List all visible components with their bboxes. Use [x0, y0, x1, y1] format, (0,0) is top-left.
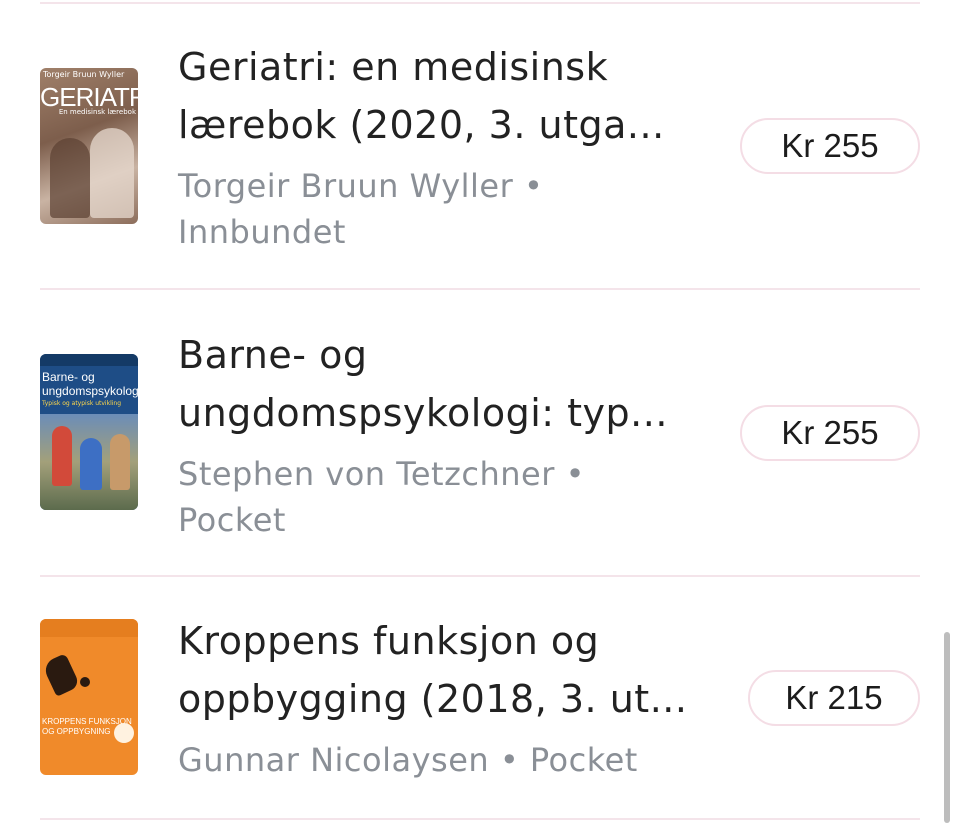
book-cover-image[interactable]: Torgeir Bruun Wyller GERIATRI En medisin… — [40, 68, 138, 224]
cover-figure — [52, 426, 72, 486]
cover-band — [40, 354, 138, 366]
scrollbar[interactable] — [944, 632, 950, 823]
book-title-line: ungdomspsykologi: typ... — [178, 391, 668, 435]
cover-subtitle: Typisk og atypisk utvikling — [42, 400, 122, 407]
cover-title-line: ungdomspsykologi — [42, 384, 138, 398]
price-button[interactable]: Kr 255 — [740, 118, 920, 174]
cover-figure — [80, 677, 90, 687]
book-title-line: Geriatri: en medisinsk — [178, 45, 609, 89]
cover-title-line: Barne- og — [42, 370, 95, 384]
cover-subtitle: En medisinsk lærebok — [58, 108, 136, 116]
book-author: Torgeir Bruun Wyller • — [178, 167, 544, 205]
book-title[interactable]: Geriatri: en medisinsk lærebok (2020, 3.… — [178, 38, 698, 154]
book-title[interactable]: Barne- og ungdomspsykologi: typ... — [178, 326, 698, 442]
price-button[interactable]: Kr 215 — [748, 670, 920, 726]
book-title[interactable]: Kroppens funksjon og oppbygging (2018, 3… — [178, 612, 698, 728]
book-title-line: oppbygging (2018, 3. ut... — [178, 677, 688, 721]
book-meta: Stephen von Tetzchner • Pocket — [178, 451, 718, 543]
cover-logo — [114, 723, 134, 743]
book-meta: Torgeir Bruun Wyller • Innbundet — [178, 163, 718, 255]
list-divider — [40, 575, 920, 577]
book-author: Stephen von Tetzchner • — [178, 455, 585, 493]
cover-title: Barne- og ungdomspsykologi — [42, 370, 138, 398]
book-title-line: Barne- og — [178, 333, 368, 377]
cover-figure — [110, 434, 130, 490]
book-cover-image[interactable]: KROPPENS FUNKSJON OG OPPBYGNING — [40, 619, 138, 775]
cover-figure — [90, 128, 134, 218]
book-meta: Gunnar Nicolaysen • Pocket — [178, 737, 718, 783]
list-divider — [40, 818, 920, 820]
list-divider — [40, 288, 920, 290]
book-format: Innbundet — [178, 213, 346, 251]
cover-figure — [80, 438, 102, 490]
price-button[interactable]: Kr 255 — [740, 405, 920, 461]
cover-figure — [41, 653, 81, 697]
book-cover-image[interactable]: Barne- og ungdomspsykologi Typisk og aty… — [40, 354, 138, 510]
book-author-format: Gunnar Nicolaysen • Pocket — [178, 741, 638, 779]
book-format: Pocket — [178, 501, 286, 539]
cover-author: Torgeir Bruun Wyller — [43, 70, 125, 79]
book-title-line: Kroppens funksjon og — [178, 619, 600, 663]
book-title-line: lærebok (2020, 3. utga... — [178, 103, 665, 147]
cover-band — [40, 619, 138, 637]
cover-figure — [50, 138, 90, 218]
list-divider — [40, 2, 920, 4]
